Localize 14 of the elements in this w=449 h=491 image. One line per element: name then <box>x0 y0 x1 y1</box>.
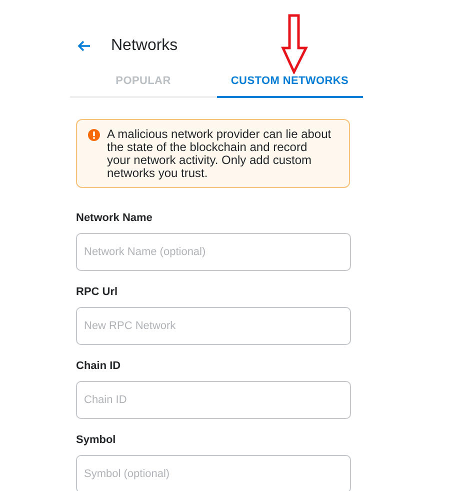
back-arrow-icon[interactable] <box>77 40 91 52</box>
input-field[interactable]: Network Name (optional) <box>76 233 351 271</box>
field-label: Chain ID <box>76 360 122 373</box>
tab[interactable]: CUSTOM NETWORKS <box>216 66 363 98</box>
input-field[interactable]: Chain ID <box>76 381 351 419</box>
arrow-icon <box>281 14 308 74</box>
page-title: Networks <box>111 37 178 55</box>
input-field[interactable]: Symbol (optional) <box>76 455 351 491</box>
warning-text: A malicious network provider can lie about the state of the blockchain and record your network activity. Only add custom networks you trust. <box>107 128 332 180</box>
field-label: Symbol <box>76 434 117 447</box>
field-label: RPC Url <box>76 286 119 299</box>
warning-icon <box>88 129 100 141</box>
field-label: Network Name <box>76 212 154 225</box>
input-field[interactable]: New RPC Network <box>76 307 351 345</box>
